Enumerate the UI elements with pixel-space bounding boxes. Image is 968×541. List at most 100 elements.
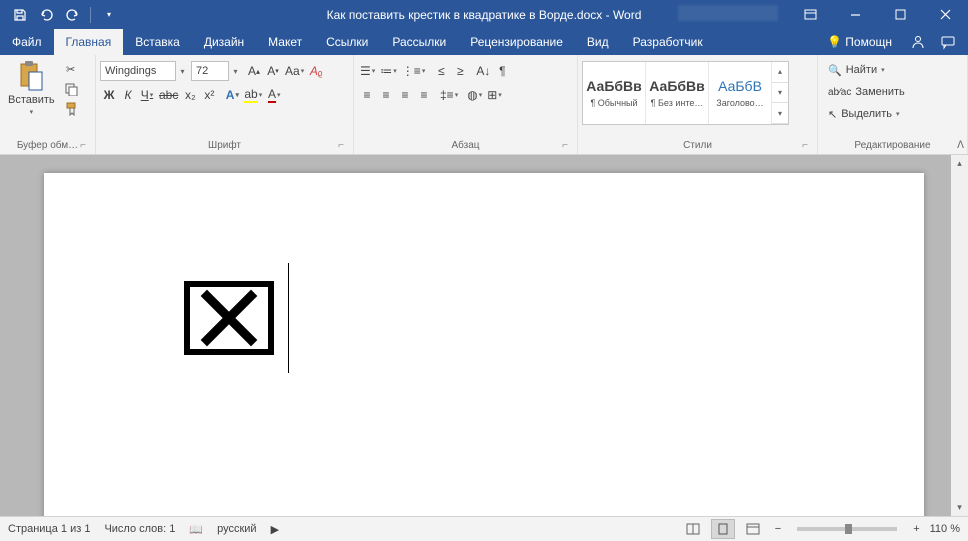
copy-icon[interactable] xyxy=(61,80,81,98)
macro-icon[interactable]: ▶ xyxy=(271,523,279,536)
undo-icon[interactable] xyxy=(34,3,58,27)
spellcheck-icon[interactable]: 📖 xyxy=(189,523,203,536)
tab-design[interactable]: Дизайн xyxy=(192,29,256,55)
styles-up-icon[interactable]: ▴ xyxy=(772,62,788,83)
bold-button[interactable]: Ж xyxy=(100,85,118,105)
collapse-ribbon-icon[interactable]: ᐱ xyxy=(957,140,964,151)
scroll-up-icon[interactable]: ▴ xyxy=(951,155,968,172)
multilevel-button[interactable]: ⋮≡▾ xyxy=(400,61,428,81)
zoom-level[interactable]: 110 % xyxy=(930,523,960,535)
grow-font-icon[interactable]: A▴ xyxy=(245,61,263,81)
numbering-button[interactable]: ≔▾ xyxy=(378,61,399,81)
font-size-input[interactable]: 72 xyxy=(191,61,229,81)
subscript-button[interactable]: x₂ xyxy=(181,85,199,105)
font-name-dropdown[interactable]: ▾ xyxy=(177,67,188,76)
group-paragraph: ☰▾ ≔▾ ⋮≡▾ ≤ ≥ A↓ ¶ ≡ ≡ ≡ ≡ ‡≡▾ ◍▾ ⊞▾ Абз… xyxy=(354,55,578,154)
scroll-track[interactable] xyxy=(951,172,968,499)
styles-expand-icon[interactable]: ▾ xyxy=(772,103,788,124)
ribbon-tabs: Файл Главная Вставка Дизайн Макет Ссылки… xyxy=(0,29,968,55)
read-mode-icon[interactable] xyxy=(681,519,705,539)
maximize-icon[interactable] xyxy=(878,0,923,29)
styles-launcher-icon[interactable]: ⌐ xyxy=(799,140,811,152)
paste-button[interactable]: Вставить ▾ xyxy=(4,58,59,118)
group-clipboard: Вставить ▾ ✂ Буфер обм…⌐ xyxy=(0,55,96,154)
decrease-indent-icon[interactable]: ≤ xyxy=(432,61,450,81)
shrink-font-icon[interactable]: A▾ xyxy=(264,61,282,81)
tab-file[interactable]: Файл xyxy=(0,29,54,55)
styles-more: ▴ ▾ ▾ xyxy=(772,62,788,124)
justify-icon[interactable]: ≡ xyxy=(415,85,433,105)
styles-down-icon[interactable]: ▾ xyxy=(772,83,788,104)
close-icon[interactable] xyxy=(923,0,968,29)
scroll-down-icon[interactable]: ▾ xyxy=(951,499,968,516)
underline-button[interactable]: Ч▾ xyxy=(138,85,156,105)
zoom-in-button[interactable]: + xyxy=(909,523,923,535)
word-count[interactable]: Число слов: 1 xyxy=(104,523,175,535)
tab-developer[interactable]: Разработчик xyxy=(621,29,715,55)
ribbon-display-icon[interactable] xyxy=(788,0,833,29)
paragraph-launcher-icon[interactable]: ⌐ xyxy=(559,140,571,152)
borders-button[interactable]: ⊞▾ xyxy=(485,85,504,105)
bullets-button[interactable]: ☰▾ xyxy=(358,61,377,81)
account-area xyxy=(678,5,778,21)
select-button[interactable]: ↖Выделить ▾ xyxy=(828,104,905,124)
save-icon[interactable] xyxy=(8,3,32,27)
style-heading1[interactable]: АаБбВЗаголово… xyxy=(709,62,772,124)
format-painter-icon[interactable] xyxy=(61,100,81,118)
superscript-button[interactable]: x² xyxy=(200,85,218,105)
language-indicator[interactable]: русский xyxy=(217,523,256,535)
zoom-slider[interactable] xyxy=(797,527,897,531)
style-normal[interactable]: АаБбВв¶ Обычный xyxy=(583,62,646,124)
align-center-icon[interactable]: ≡ xyxy=(377,85,395,105)
lightbulb-icon: 💡 xyxy=(827,35,842,49)
align-right-icon[interactable]: ≡ xyxy=(396,85,414,105)
print-layout-icon[interactable] xyxy=(711,519,735,539)
font-name-input[interactable]: Wingdings xyxy=(100,61,176,81)
italic-button[interactable]: К xyxy=(119,85,137,105)
zoom-out-button[interactable]: − xyxy=(771,523,785,535)
tab-insert[interactable]: Вставка xyxy=(123,29,192,55)
style-no-spacing[interactable]: АаБбВв¶ Без инте… xyxy=(646,62,709,124)
strikethrough-button[interactable]: abc xyxy=(157,85,180,105)
tab-home[interactable]: Главная xyxy=(54,29,124,55)
zoom-thumb[interactable] xyxy=(845,524,852,534)
clear-format-icon[interactable]: Aᵨ xyxy=(307,61,325,81)
shading-button[interactable]: ◍▾ xyxy=(465,85,484,105)
tab-mailings[interactable]: Рассылки xyxy=(380,29,458,55)
line-spacing-button[interactable]: ‡≡▾ xyxy=(438,85,460,105)
web-layout-icon[interactable] xyxy=(741,519,765,539)
scrollbar-vertical[interactable]: ▴ ▾ xyxy=(951,155,968,516)
tab-references[interactable]: Ссылки xyxy=(314,29,380,55)
tell-me[interactable]: 💡 Помощн xyxy=(823,35,896,49)
increase-indent-icon[interactable]: ≥ xyxy=(451,61,469,81)
cut-icon[interactable]: ✂ xyxy=(61,60,81,78)
align-left-icon[interactable]: ≡ xyxy=(358,85,376,105)
page[interactable] xyxy=(44,173,924,516)
replace-button[interactable]: ab⁄acЗаменить xyxy=(828,82,905,102)
highlight-button[interactable]: ab▾ xyxy=(242,85,264,105)
page-indicator[interactable]: Страница 1 из 1 xyxy=(8,523,90,535)
change-case-button[interactable]: Aa▾ xyxy=(283,61,306,81)
clipboard-launcher-icon[interactable]: ⌐ xyxy=(77,140,89,152)
font-color-button[interactable]: A▾ xyxy=(265,85,283,105)
search-icon: 🔍 xyxy=(828,64,842,77)
tab-review[interactable]: Рецензирование xyxy=(458,29,575,55)
qat-customize-icon[interactable]: ▾ xyxy=(97,3,121,27)
redo-icon[interactable] xyxy=(60,3,84,27)
sort-icon[interactable]: A↓ xyxy=(474,61,492,81)
title-bar: ▾ Как поставить крестик в квадратике в В… xyxy=(0,0,968,29)
styles-gallery: АаБбВв¶ Обычный АаБбВв¶ Без инте… АаБбВЗ… xyxy=(582,61,789,125)
comments-icon[interactable] xyxy=(940,34,956,50)
window-controls xyxy=(788,0,968,29)
tab-view[interactable]: Вид xyxy=(575,29,621,55)
find-button[interactable]: 🔍Найти ▾ xyxy=(828,60,905,80)
show-marks-icon[interactable]: ¶ xyxy=(493,61,511,81)
minimize-icon[interactable] xyxy=(833,0,878,29)
share-icon[interactable] xyxy=(910,34,926,50)
replace-icon: ab⁄ac xyxy=(828,87,851,98)
tab-layout[interactable]: Макет xyxy=(256,29,314,55)
window-title: Как поставить крестик в квадратике в Вор… xyxy=(327,8,642,22)
font-size-dropdown[interactable]: ▾ xyxy=(230,67,241,76)
text-effects-button[interactable]: A▾ xyxy=(223,85,241,105)
font-launcher-icon[interactable]: ⌐ xyxy=(335,140,347,152)
